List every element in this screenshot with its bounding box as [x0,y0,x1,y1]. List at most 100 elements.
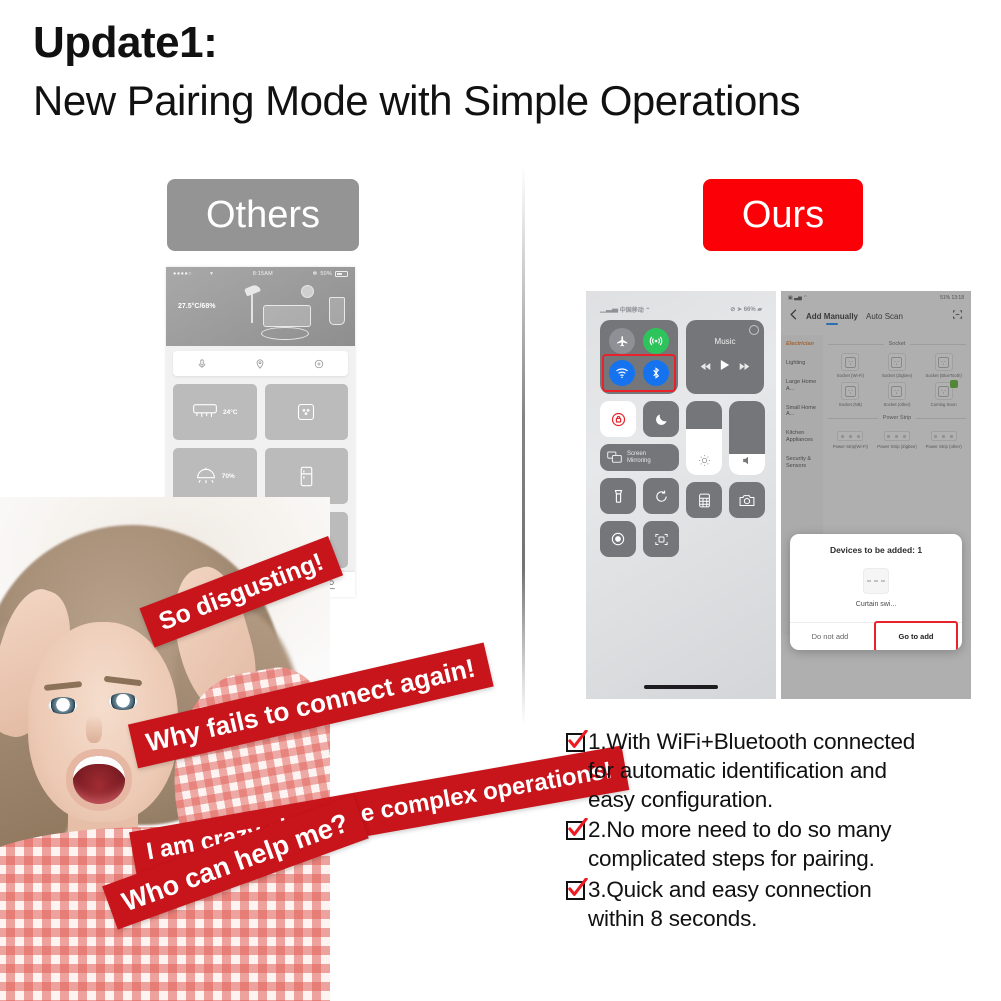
sidebar-item-lighting[interactable]: Lighting [786,360,819,367]
device-type-label: Socket (Wi-Fi) [836,373,864,378]
benefit-line: 1.With WiFi+Bluetooth connected [588,729,916,754]
section-title: Power Strip [882,415,912,422]
airplane-mode-toggle[interactable] [609,328,635,354]
status-bar: ●●●●○ ▾ 8:15AM ✻ 50% [166,267,355,280]
tab-add-manually[interactable]: Add Manually [806,312,858,321]
power-strip-grid: Power Strip(Wi-Fi) Power Strip (Zigbee) … [828,427,966,449]
brightness-slider[interactable] [686,401,722,475]
connectivity-panel [600,320,678,394]
benefit-line: easy configuration. [588,786,774,812]
home-indicator [644,685,718,689]
checkbox-checked-icon [566,818,588,841]
sidebar-item-large-home-appliances[interactable]: Large Home A... [786,379,819,393]
go-to-add-button[interactable]: Go to add [874,621,958,650]
device-card-refrigerator[interactable] [264,448,348,504]
add-device-screenshot: ▣ ▃▅ ⌃ 51% 13:18 Add Manually Auto Scan … [781,291,971,699]
signal-bars-icon: ▁▃▅ [600,308,619,314]
signal-dots-icon: ●●●●○ [173,270,193,277]
section-header-socket: Socket [828,341,967,347]
benefit-line: for automatic identification and [588,757,887,783]
device-type-item[interactable]: Socket (Zigbee) [875,353,920,378]
socket-icon [887,353,906,371]
screen-mirroring-label-line2: Mirroring [627,457,651,464]
device-type-item[interactable]: Socket (other) [875,382,920,407]
do-not-disturb-toggle[interactable] [643,401,679,437]
benefit-line: 3.Quick and easy connection [588,876,872,902]
eye-left [48,697,78,714]
benefit-line: within 8 seconds. [588,905,758,931]
location-icon[interactable] [231,358,289,369]
device-type-label: Socket (NB) [838,402,862,408]
sidebar-item-security-sensors[interactable]: Security & Sensors [786,456,819,470]
others-label: Others [167,179,359,251]
socket-icon [841,382,860,401]
screen-mirroring-button[interactable]: Screen Mirroring [600,444,679,471]
forward-icon[interactable] [739,358,750,376]
device-type-item[interactable]: Coming Soon [921,380,966,407]
status-time: 13:18 [951,295,964,301]
device-card-air-conditioner[interactable]: 24°C [173,384,257,440]
eye-right [108,693,138,710]
device-card-ceiling-light[interactable]: 70% [173,448,257,504]
tab-auto-scan[interactable]: Auto Scan [866,312,903,321]
column-divider [522,165,525,725]
benefits-list: 1.With WiFi+Bluetooth connected for auto… [566,728,996,936]
bluetooth-toggle[interactable] [643,360,669,386]
timer-toggle[interactable] [643,478,679,514]
dialog-device-name: Curtain swi... [855,601,897,608]
climate-readout: 27.5°C/68% [178,303,216,310]
power-strip-icon [930,431,957,442]
benefit-line: complicated steps for pairing. [588,846,875,872]
rotation-lock-toggle[interactable] [600,401,636,437]
devices-to-add-dialog: Devices to be added: 1 Curtain swi... Do… [790,534,962,650]
music-widget[interactable]: Music [686,320,764,394]
wall-clock-icon [301,285,314,298]
speaker-icon [729,454,765,467]
socket-icon [934,353,953,371]
power-strip-icon [837,431,864,442]
sidebar-item-small-home-appliances[interactable]: Small Home A... [786,405,819,419]
qr-scan-toggle[interactable] [643,521,679,557]
battery-percent: 50% [320,270,332,277]
play-icon[interactable] [720,358,730,376]
open-mouth [66,749,132,811]
device-type-item[interactable]: Socket (BlueTooth) [921,353,966,378]
checkbox-checked-icon [566,877,588,900]
calculator-toggle[interactable] [686,482,722,518]
quick-action-bar[interactable] [173,351,348,376]
do-not-add-button[interactable]: Do not add [790,623,870,650]
airplay-icon[interactable] [749,325,759,335]
plant-icon [329,297,345,325]
add-circle-icon[interactable] [290,359,348,369]
device-type-item[interactable]: Socket (NB) [828,382,873,407]
device-type-item[interactable]: Socket (Wi-Fi) [828,353,873,378]
section-title: Socket [888,341,906,347]
device-type-item[interactable]: Power Strip (Zigbee) [875,427,920,449]
wifi-toggle[interactable] [609,360,635,386]
camera-toggle[interactable] [729,482,765,518]
rewind-icon[interactable] [700,358,711,376]
volume-slider[interactable] [729,401,765,475]
device-type-label: Socket (other) [883,402,911,408]
sidebar-item-electrician[interactable]: Electrician [786,341,819,348]
sidebar-item-kitchen-appliances[interactable]: Kitchen Appliances [786,430,819,444]
cellular-data-toggle[interactable] [643,328,669,354]
flashlight-toggle[interactable] [600,478,636,514]
device-type-item[interactable]: Power Strip (other) [921,427,966,449]
device-card-socket[interactable] [264,384,348,440]
android-status-bar: ▣ ▃▅ ⌃ 51% 13:18 [781,291,971,301]
screen-record-toggle[interactable] [600,521,636,557]
device-type-item[interactable]: Power Strip(Wi-Fi) [828,427,873,449]
back-arrow-icon[interactable] [789,307,798,325]
socket-icon [841,353,860,371]
benefit-item-3: 3.Quick and easy connection within 8 sec… [566,876,996,934]
benefit-line: 2.No more need to do so many [588,817,892,843]
sofa-icon [263,305,311,327]
screen-mirroring-label-line1: Screen [627,450,647,457]
mic-icon[interactable] [173,358,231,369]
headline-line-1: Update1: [33,18,218,67]
ios-status-bar: ▁▃▅ 中国移动 ⌃ ⊘ ➤ 66% ▰ [586,291,776,314]
scan-icon[interactable] [952,307,963,325]
device-value: 70% [221,472,235,480]
device-type-label: Power Strip(Wi-Fi) [832,444,868,450]
